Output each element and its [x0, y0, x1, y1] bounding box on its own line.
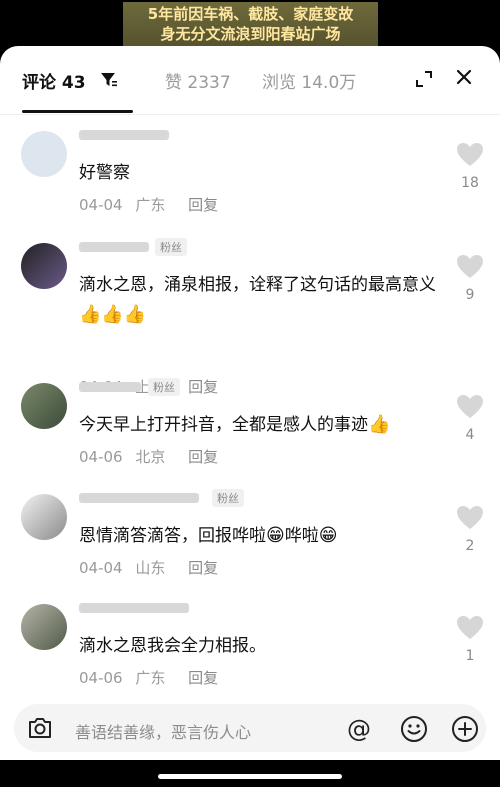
caption-line-2: 身无分文流浪到阳春站广场 — [160, 25, 341, 43]
video-caption-banner: 5年前因车祸、截肢、家庭变故 身无分文流浪到阳春站广场 — [0, 0, 500, 46]
comment-date: 04-04 — [79, 196, 123, 214]
fan-badge: 粉丝 — [212, 489, 244, 507]
like-button[interactable]: 1 — [452, 615, 488, 664]
comment-text-body: 滴水之恩，涌泉相报，诠释了这句话的最高意义 — [79, 275, 436, 295]
filter-icon[interactable] — [100, 72, 118, 92]
tab-views[interactable]: 浏览 14.0万 — [262, 68, 356, 93]
reply-button[interactable]: 回复 — [188, 559, 218, 577]
caption-line-1: 5年前因车祸、截肢、家庭变故 — [147, 5, 354, 23]
comment-date: 04-06 — [79, 448, 123, 466]
plus-icon[interactable] — [451, 715, 479, 747]
camera-icon[interactable] — [27, 716, 53, 744]
avatar[interactable] — [21, 383, 67, 429]
like-button[interactable]: 2 — [452, 505, 488, 554]
comment-location: 北京 — [135, 448, 166, 466]
heart-icon — [457, 255, 483, 278]
comment-meta: 04-04 广东 回复 — [79, 194, 226, 215]
like-button[interactable]: 18 — [452, 142, 488, 191]
comment-meta: 04-04 山东 回复 — [79, 557, 226, 578]
avatar[interactable] — [21, 243, 67, 289]
comment-meta: 04-06 北京 回复 — [79, 446, 226, 467]
thumbs-up-emoji: 👍👍👍 — [79, 304, 147, 325]
comment-text: 恩情滴答滴答，回报哗啦😁哗啦😁 — [79, 521, 444, 551]
comment-text: 今天早上打开抖音，全都是感人的事迹👍 — [79, 410, 444, 440]
tab-comments[interactable]: 评论 43 — [22, 68, 86, 93]
grin-emoji: 😁 — [266, 525, 285, 546]
comment-location: 广东 — [135, 669, 166, 687]
comment-input-bar: 善语结善缘，恶言伤人心 @ — [0, 695, 500, 760]
comment-text-body-1: 恩情滴答滴答，回报哗啦 — [79, 526, 266, 546]
active-tab-indicator — [22, 110, 133, 113]
fan-badge: 粉丝 — [148, 378, 180, 396]
comment-meta: 04-06 广东 回复 — [79, 667, 226, 688]
home-indicator[interactable] — [158, 774, 342, 779]
reply-button[interactable]: 回复 — [188, 196, 218, 214]
like-count: 2 — [465, 538, 475, 554]
comment-text-body-2: 哗啦 — [284, 526, 319, 546]
comments-header: 评论 43 赞 2337 浏览 14.0万 — [0, 46, 500, 114]
thumbs-up-emoji: 👍 — [368, 414, 391, 435]
avatar[interactable] — [21, 131, 67, 177]
header-divider — [0, 114, 500, 115]
caption-text: 5年前因车祸、截肢、家庭变故 身无分文流浪到阳春站广场 — [123, 2, 378, 46]
heart-icon — [457, 506, 483, 529]
mention-icon[interactable]: @ — [347, 715, 371, 743]
like-count: 18 — [461, 175, 479, 191]
username[interactable] — [79, 130, 169, 140]
comment-text: 好警察 — [79, 163, 130, 183]
like-count: 1 — [465, 648, 475, 664]
reply-button[interactable]: 回复 — [188, 378, 218, 396]
expand-icon[interactable] — [415, 70, 433, 92]
close-icon[interactable] — [455, 68, 473, 90]
like-button[interactable]: 9 — [452, 254, 488, 303]
avatar[interactable] — [21, 494, 67, 540]
comment-text-body: 今天早上打开抖音，全都是感人的事迹 — [79, 415, 368, 435]
like-count: 4 — [465, 427, 475, 443]
like-button[interactable]: 4 — [452, 394, 488, 443]
heart-icon — [457, 395, 483, 418]
heart-icon — [457, 616, 483, 639]
heart-icon — [457, 143, 483, 166]
like-count: 9 — [465, 287, 475, 303]
fan-badge: 粉丝 — [155, 238, 187, 256]
comment-text: 滴水之恩，涌泉相报，诠释了这句话的最高意义 👍👍👍 — [79, 270, 444, 330]
comment-input-placeholder[interactable]: 善语结善缘，恶言伤人心 — [75, 719, 251, 743]
comment-date: 04-06 — [79, 669, 123, 687]
reply-button[interactable]: 回复 — [188, 669, 218, 687]
username[interactable] — [79, 382, 141, 392]
comments-sheet: 评论 43 赞 2337 浏览 14.0万 好警察 04-04 广东 回复 18 — [0, 46, 500, 760]
smile-icon[interactable] — [400, 715, 428, 747]
comment-location: 广东 — [135, 196, 166, 214]
comment-date: 04-04 — [79, 559, 123, 577]
comment-text: 滴水之恩我会全力相报。 — [79, 636, 266, 656]
comment-location: 山东 — [135, 559, 166, 577]
grin-emoji: 😁 — [318, 525, 338, 546]
username[interactable] — [79, 242, 149, 252]
username[interactable] — [79, 603, 189, 613]
reply-button[interactable]: 回复 — [188, 448, 218, 466]
tab-likes[interactable]: 赞 2337 — [165, 68, 231, 93]
username[interactable] — [79, 493, 199, 503]
avatar[interactable] — [21, 604, 67, 650]
